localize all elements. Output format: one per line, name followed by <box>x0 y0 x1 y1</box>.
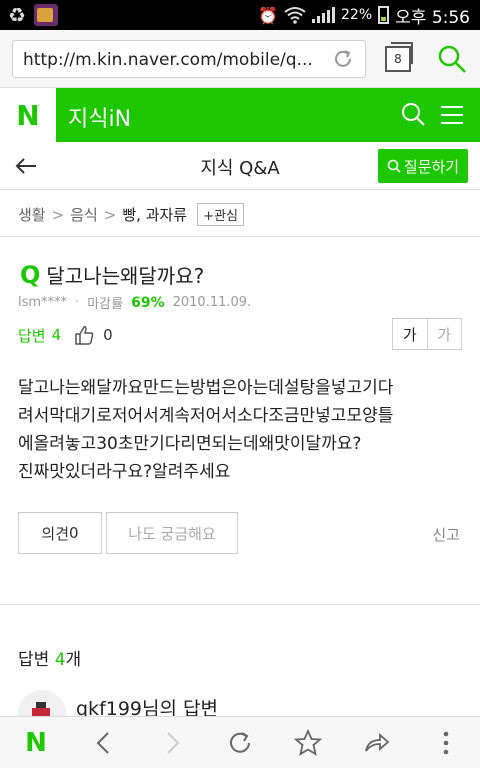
question-title: 달고나는왜달까요? <box>46 264 205 288</box>
answers-heading-count: 4 <box>54 650 66 670</box>
font-smaller-button[interactable]: 가 <box>393 319 428 349</box>
back-arrow-icon[interactable] <box>14 154 38 178</box>
alarm-icon: ⏰ <box>258 5 279 25</box>
report-link[interactable]: 신고 <box>432 524 460 545</box>
battery-icon <box>378 6 390 24</box>
search-icon[interactable] <box>400 101 426 127</box>
deadline-label: 마감률 <box>87 297 124 312</box>
divider <box>0 236 480 237</box>
tab-count: 8 <box>394 52 402 66</box>
question-mark-icon: Q <box>20 260 41 289</box>
like-count: 0 <box>103 326 113 344</box>
question-body-line: 려서막대기로저어서계속저어서소다조금만넣고모양틀 <box>18 406 394 426</box>
question-body-line: 진짜맛있더라구요?알려주세요 <box>18 462 231 482</box>
answers-heading: 답변 4개 <box>18 645 81 670</box>
question-meta: lsm**** · 마감률 69% 2010.11.09. <box>18 293 252 313</box>
battery-percent: 22% <box>341 7 373 23</box>
service-header: N 지식iN <box>0 88 480 142</box>
wifi-icon <box>284 7 306 24</box>
opinion-button[interactable]: 의견 0 <box>18 512 102 554</box>
app-icon <box>33 4 58 26</box>
title-bar: 지식 Q&A 질문하기 <box>0 142 480 190</box>
bookmark-star-icon[interactable] <box>294 729 322 757</box>
opinion-count: 0 <box>69 524 79 542</box>
question-author[interactable]: lsm**** <box>18 295 67 310</box>
forward-icon[interactable] <box>158 729 186 757</box>
recycle-icon: ♻ <box>8 3 26 27</box>
share-icon[interactable] <box>362 729 390 757</box>
font-larger-button[interactable]: 가 <box>428 319 462 349</box>
question-body: 달고나는왜달까요만드는방법은아는데설탕을넣고기다 려서막대기로저어서계속저어서소… <box>18 374 466 486</box>
signal-icon <box>312 7 336 23</box>
tabs-button[interactable]: 8 <box>385 42 413 72</box>
breadcrumb: 생활 > 음식 > 빵, 과자류 +관심 <box>18 203 244 226</box>
meta-separator: · <box>75 295 80 310</box>
thumbs-up-icon[interactable] <box>73 324 95 346</box>
url-field[interactable]: http://m.kin.naver.com/mobile/q... <box>12 40 366 78</box>
question-body-line: 달고나는왜달까요만드는방법은아는데설탕을넣고기다 <box>18 378 394 398</box>
question-stats: 답변 4 0 <box>18 324 113 346</box>
clock: 오후 5:56 <box>395 7 470 28</box>
font-size-control: 가 가 <box>392 318 462 350</box>
deadline-rate: 69% <box>131 294 165 311</box>
add-interest-button[interactable]: +관심 <box>197 203 244 226</box>
breadcrumb-separator: > <box>51 205 65 224</box>
ask-question-button[interactable]: 질문하기 <box>378 149 468 183</box>
question-date: 2010.11.09. <box>172 295 252 310</box>
naver-logo[interactable]: N <box>0 88 56 142</box>
service-title[interactable]: 지식iN <box>68 101 131 133</box>
divider <box>0 604 480 605</box>
more-options-icon[interactable] <box>432 729 460 757</box>
naver-home-button[interactable]: N <box>22 728 50 758</box>
breadcrumb-item[interactable]: 음식 <box>70 204 98 225</box>
back-icon[interactable] <box>90 729 118 757</box>
status-bar: ♻ ⏰ 22% 오후 5:56 <box>0 0 480 30</box>
answers-heading-label: 답변 <box>18 650 50 670</box>
search-icon[interactable] <box>436 43 468 75</box>
me-too-curious-button[interactable]: 나도 궁금해요 <box>106 512 238 554</box>
browser-bottom-nav: N <box>0 716 480 768</box>
ask-question-label: 질문하기 <box>403 157 460 176</box>
answers-label: 답변 <box>18 326 46 345</box>
breadcrumb-current[interactable]: 빵, 과자류 <box>122 204 187 225</box>
breadcrumb-separator: > <box>103 205 117 224</box>
refresh-icon[interactable] <box>331 47 355 71</box>
answers-heading-unit: 개 <box>65 650 82 670</box>
question-body-line: 에올려놓고30초만기다리면되는데왜맛이달까요? <box>18 434 362 454</box>
refresh-icon[interactable] <box>226 729 254 757</box>
search-icon <box>387 159 401 173</box>
question-title-row: Q 달고나는왜달까요? <box>20 260 204 289</box>
menu-icon[interactable] <box>441 105 463 125</box>
opinion-label: 의견 <box>41 524 70 543</box>
url-text: http://m.kin.naver.com/mobile/q... <box>23 50 313 70</box>
browser-toolbar: http://m.kin.naver.com/mobile/q... 8 <box>0 30 480 88</box>
breadcrumb-item[interactable]: 생활 <box>18 204 46 225</box>
answers-count: 4 <box>51 326 62 344</box>
